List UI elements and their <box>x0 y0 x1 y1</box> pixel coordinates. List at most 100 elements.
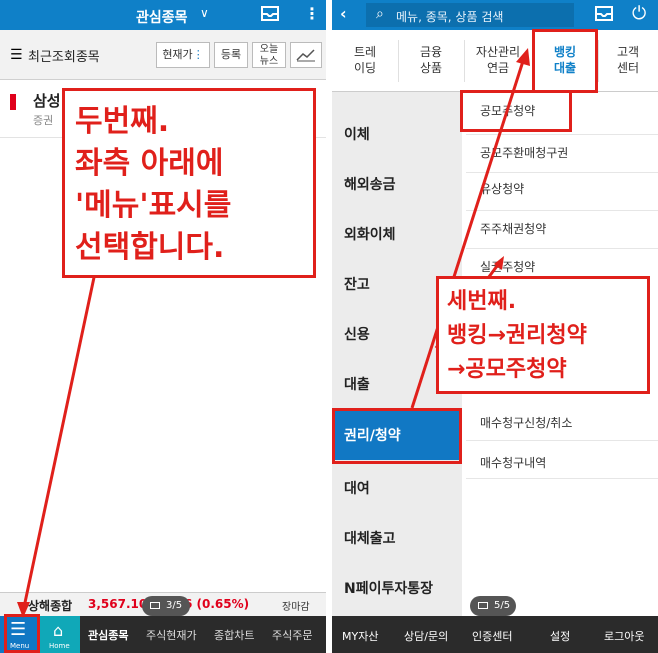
page-title[interactable]: 관심종목 <box>136 7 188 27</box>
tab-label: 센터 <box>616 61 640 75</box>
power-icon[interactable]: ⏻ <box>632 3 646 24</box>
tab-watchlist[interactable]: 관심종목 <box>88 627 128 643</box>
highlight-ipo-subscription <box>460 90 572 132</box>
tab-separator <box>464 40 465 82</box>
home-button[interactable]: ⌂ Home <box>40 616 80 653</box>
page-indicator[interactable]: 3/5 <box>142 596 190 616</box>
callout-line: 두번째. <box>75 104 170 139</box>
divider <box>466 248 658 249</box>
callout-line: 선택합니다. <box>75 230 225 265</box>
tab-label: 이딩 <box>353 61 377 75</box>
tab-settings[interactable]: 설정 <box>550 628 570 644</box>
recent-stocks-bar: ☰ 최근조회종목 현재가⋮ 등록 오늘 뉴스 <box>0 30 326 80</box>
news-label: 뉴스 <box>259 56 279 67</box>
market-closed-badge: 장마감 <box>282 602 310 613</box>
sidebar-item-credit[interactable]: 신용 <box>344 324 370 344</box>
submenu-appraisal-request[interactable]: 매수청구신청/취소 <box>480 414 572 431</box>
sidebar-item-balance[interactable]: 잔고 <box>344 274 370 294</box>
index-name: 상해종합 <box>28 599 73 613</box>
instruction-callout-step-3: 세번째. 뱅킹→권리청약 →공모주청약 <box>436 276 650 394</box>
tab-financial-products[interactable]: 금융 상품 <box>400 44 462 76</box>
divider <box>466 210 658 211</box>
sidebar-item-loans[interactable]: 대출 <box>344 374 370 394</box>
line-chart-icon <box>296 49 315 62</box>
submenu-forfeited-shares[interactable]: 실권주청약 <box>480 258 535 275</box>
back-icon[interactable]: ‹ <box>340 4 347 23</box>
register-button[interactable]: 등록 <box>214 42 248 68</box>
list-icon[interactable]: ☰ <box>10 47 23 63</box>
current-price-button[interactable]: 현재가⋮ <box>156 42 210 68</box>
submenu-rights-offering[interactable]: 유상청약 <box>480 180 524 197</box>
tab-customer-center[interactable]: 고객 센터 <box>600 44 656 76</box>
sidebar-item-fx-transfer[interactable]: 외화이체 <box>344 224 396 244</box>
submenu-shareholder-bond[interactable]: 주주채권청약 <box>480 220 546 237</box>
tab-separator <box>598 40 599 82</box>
left-screen: 관심종목 ∨ ⋮ ☰ 최근조회종목 현재가⋮ 등록 오늘 뉴스 삼성 증권 상해… <box>0 0 326 653</box>
tab-label: 상품 <box>419 61 443 75</box>
page-icon <box>478 602 488 609</box>
home-button-label: Home <box>49 642 70 650</box>
tab-consult[interactable]: 상담/문의 <box>404 628 448 644</box>
page-icon <box>150 602 160 609</box>
divider <box>466 440 658 441</box>
callout-line: 뱅킹→권리청약 <box>447 323 587 348</box>
search-placeholder: 메뉴, 종목, 상품 검색 <box>396 10 504 24</box>
index-value: 3,567.10 <box>88 597 148 611</box>
tab-separator <box>398 40 399 82</box>
today-news-button[interactable]: 오늘 뉴스 <box>252 42 286 68</box>
page-indicator[interactable]: 5/5 <box>470 596 516 616</box>
sidebar-item-transfer[interactable]: 이체 <box>344 124 370 144</box>
tab-chart[interactable]: 종합차트 <box>214 627 254 643</box>
sidebar-item-npay-account[interactable]: N페이투자통장 <box>344 578 433 598</box>
tab-stock-order[interactable]: 주식주문 <box>272 627 312 643</box>
tab-certificates[interactable]: 인증센터 <box>472 628 512 644</box>
search-icon: ⌕ <box>376 6 384 22</box>
stock-subtitle: 증권 <box>33 114 54 127</box>
more-options-icon[interactable]: ⋮ <box>304 4 320 23</box>
mail-icon[interactable] <box>594 5 614 23</box>
sidebar-item-transfer-out[interactable]: 대체출고 <box>344 528 396 548</box>
divider <box>466 134 658 135</box>
tab-label: 고객 <box>616 45 640 59</box>
tab-stock-price[interactable]: 주식현재가 <box>146 627 197 643</box>
bottom-tab-bar: MY자산 상담/문의 인증센터 설정 로그아웃 <box>332 616 658 653</box>
highlight-menu-button <box>4 614 40 653</box>
tab-my-assets[interactable]: MY자산 <box>342 628 378 644</box>
home-icon: ⌂ <box>53 621 64 640</box>
register-label: 등록 <box>220 48 242 61</box>
recent-stocks-label: 최근조회종목 <box>28 50 100 65</box>
mail-icon[interactable] <box>260 5 280 23</box>
tab-label: 금융 <box>419 45 443 59</box>
highlight-rights-subscription <box>332 408 462 464</box>
divider <box>466 478 658 479</box>
right-screen: ‹ ⌕ 메뉴, 종목, 상품 검색 ⏻ 트레 이딩 금융 상품 자산관리 연금 … <box>332 0 658 653</box>
tab-asset-management[interactable]: 자산관리 연금 <box>466 44 530 76</box>
divider <box>466 172 658 173</box>
tab-trading[interactable]: 트레 이딩 <box>336 44 394 76</box>
menu-header: ‹ ⌕ 메뉴, 종목, 상품 검색 ⏻ <box>332 0 658 30</box>
highlight-banking-tab <box>532 29 598 93</box>
page-indicator-text: 5/5 <box>494 600 511 611</box>
search-input[interactable]: ⌕ 메뉴, 종목, 상품 검색 <box>366 3 574 27</box>
callout-line: →공모주청약 <box>447 357 567 382</box>
tab-label: 자산관리 <box>475 45 521 59</box>
page-indicator-text: 3/5 <box>166 600 183 611</box>
tab-label: 트레 <box>353 45 377 59</box>
today-label: 오늘 <box>259 44 279 55</box>
chart-button[interactable] <box>290 42 322 68</box>
callout-line: '메뉴'표시를 <box>75 188 232 223</box>
instruction-callout-step-2: 두번째. 좌측 아래에 '메뉴'표시를 선택합니다. <box>62 88 316 278</box>
index-change: 6 (0.65%) <box>184 597 250 611</box>
submenu-ipo-putback[interactable]: 공모주환매청구권 <box>480 144 568 161</box>
stock-name: 삼성 <box>33 92 61 110</box>
sidebar-item-overseas-remittance[interactable]: 해외송금 <box>344 174 396 194</box>
callout-line: 좌측 아래에 <box>75 146 224 181</box>
bottom-tab-bar: ☰ Menu ⌂ Home 관심종목 주식현재가 종합차트 주식주문 <box>0 616 326 653</box>
chevron-down-icon[interactable]: ∨ <box>200 6 209 20</box>
sidebar-item-lending[interactable]: 대여 <box>344 478 370 498</box>
submenu-appraisal-history[interactable]: 매수청구내역 <box>480 454 546 471</box>
price-up-marker <box>10 94 16 110</box>
category-tabs: 트레 이딩 금융 상품 자산관리 연금 뱅킹 대출 고객 센터 <box>332 30 658 92</box>
watchlist-header: 관심종목 ∨ ⋮ <box>0 0 326 30</box>
tab-logout[interactable]: 로그아웃 <box>604 628 644 644</box>
